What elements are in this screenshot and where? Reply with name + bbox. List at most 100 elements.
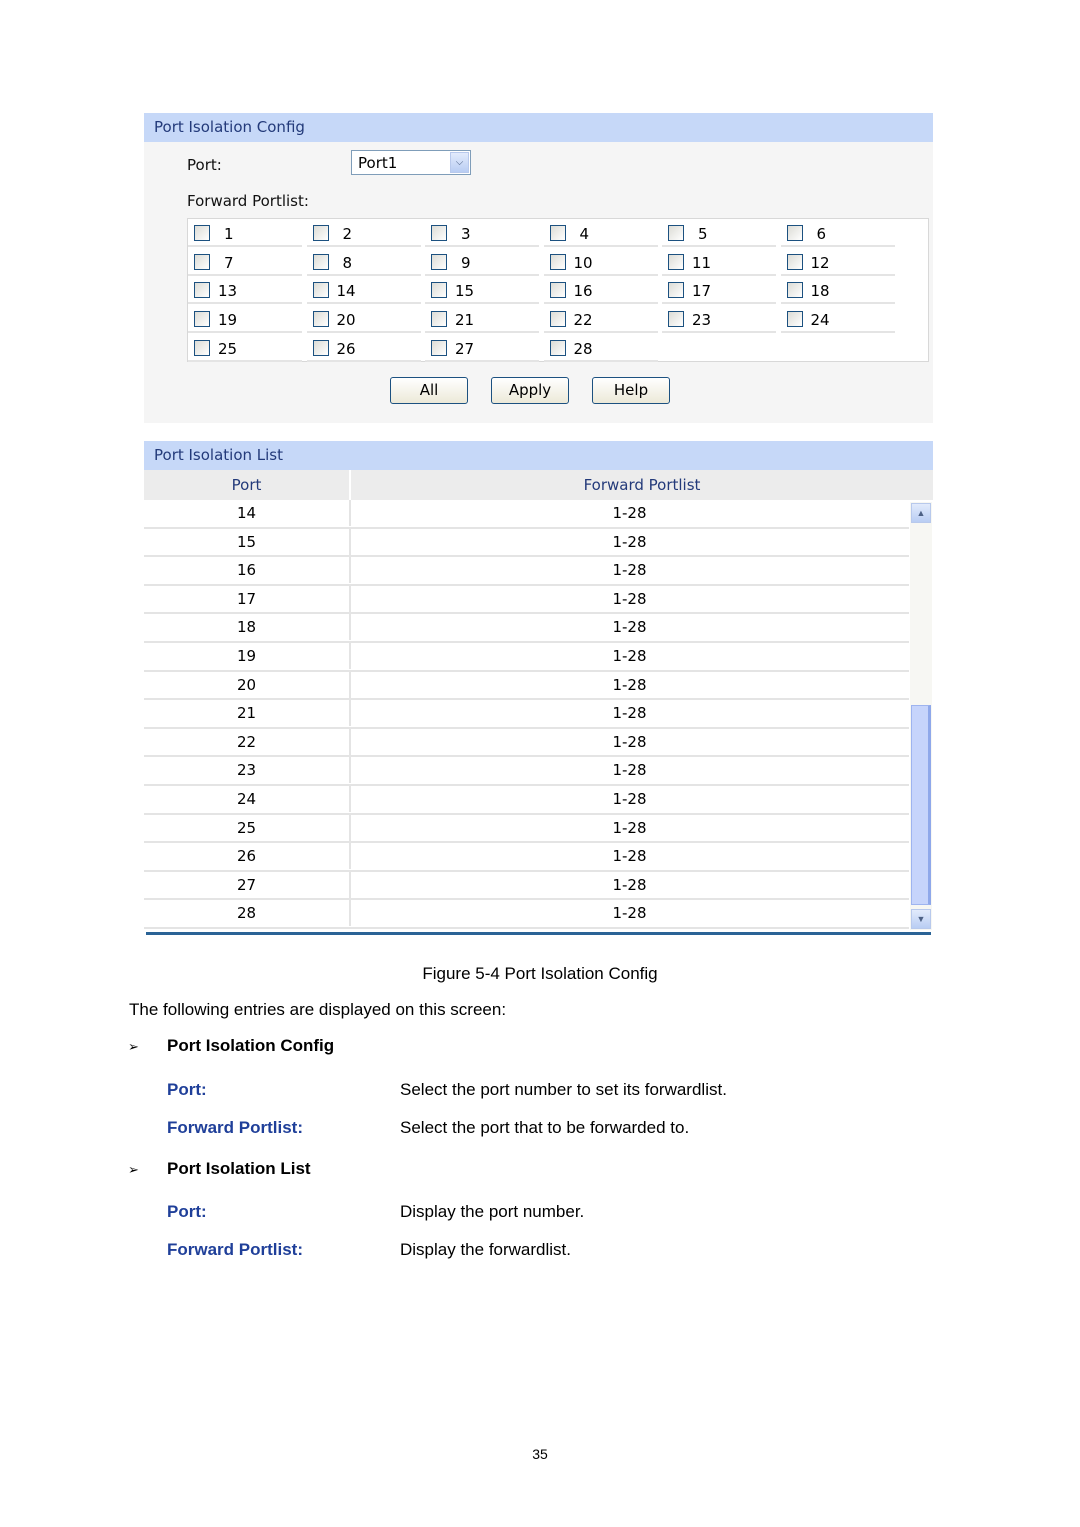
checkbox[interactable] <box>549 311 566 328</box>
port-checkbox-item[interactable]: 13 <box>188 276 302 305</box>
port-checkbox-item[interactable]: 7 <box>188 248 302 276</box>
checkbox[interactable] <box>786 282 803 299</box>
checkbox[interactable] <box>431 225 447 241</box>
term-description: Display the port number. <box>400 1202 585 1221</box>
checkbox[interactable] <box>312 282 329 299</box>
forward-portlist-cell: 1-28 <box>612 618 647 637</box>
scroll-down-icon[interactable]: ▼ <box>911 909 931 929</box>
port-checkbox-item[interactable]: 9 <box>425 248 539 276</box>
port-number-label: 26 <box>336 339 356 358</box>
checkbox[interactable] <box>668 282 684 299</box>
vertical-scrollbar[interactable]: ▲ ▼ <box>910 502 932 930</box>
checkbox[interactable] <box>786 225 803 241</box>
chevron-down-icon[interactable]: ⌵ <box>450 152 469 173</box>
forward-portlist-cell: 1-28 <box>612 761 647 780</box>
port-checkbox-item[interactable]: 10 <box>543 248 658 276</box>
port-checkbox-item[interactable]: 20 <box>306 305 421 334</box>
port-cell: 15 <box>144 528 351 555</box>
port-isolation-config-panel: Port Isolation Config Port: Port1 ⌵ Forw… <box>144 113 933 423</box>
port-number-label: 25 <box>218 339 238 358</box>
port-checkbox-item[interactable]: 17 <box>662 276 776 305</box>
port-cell: 19 <box>144 642 351 669</box>
checkbox[interactable] <box>194 311 210 328</box>
scroll-up-icon[interactable]: ▲ <box>911 503 931 523</box>
checkbox[interactable] <box>312 253 329 270</box>
port-cell: 21 <box>144 700 351 727</box>
forward-portlist-cell: 1-28 <box>612 904 647 923</box>
port-checkbox-item[interactable]: 2 <box>306 219 421 247</box>
port-checkbox-item[interactable]: 8 <box>306 248 421 276</box>
port-number-label: 17 <box>692 282 712 301</box>
checkbox[interactable] <box>194 339 210 356</box>
port-checkbox-item[interactable]: 11 <box>662 248 776 276</box>
port-checkbox-item[interactable]: 25 <box>188 334 302 362</box>
port-number-label: 4 <box>579 225 590 243</box>
port-checkbox-item[interactable]: 23 <box>662 305 776 334</box>
port-checkbox-item[interactable]: 3 <box>425 219 539 247</box>
checkbox[interactable] <box>786 253 803 270</box>
port-number-label: 22 <box>573 311 593 330</box>
port-cell: 27 <box>144 871 351 898</box>
port-number-label: 11 <box>692 253 712 272</box>
section-heading: Port Isolation Config <box>167 1036 335 1055</box>
all-button[interactable]: All <box>390 377 468 404</box>
forward-portlist-cell: 1-28 <box>612 818 647 837</box>
port-checkbox-item[interactable]: 5 <box>662 219 776 247</box>
forward-portlist-cell: 1-28 <box>612 561 647 580</box>
port-checkbox-item[interactable]: 19 <box>188 305 302 334</box>
term-label: Forward Portlist: <box>167 1118 304 1137</box>
port-checkbox-item[interactable]: 26 <box>306 334 421 362</box>
checkbox[interactable] <box>668 311 684 328</box>
checkbox[interactable] <box>549 339 566 356</box>
checkbox[interactable] <box>668 253 684 270</box>
port-select[interactable]: Port1 ⌵ <box>351 150 471 175</box>
port-checkbox-item[interactable]: 16 <box>543 276 658 305</box>
port-cell: 25 <box>144 814 351 841</box>
checkbox[interactable] <box>549 253 566 270</box>
port-checkbox-item[interactable]: 4 <box>543 219 658 247</box>
checkbox[interactable] <box>431 339 447 356</box>
port-number-label: 16 <box>573 282 593 301</box>
checkbox[interactable] <box>194 253 210 270</box>
intro-text: The following entries are displayed on t… <box>129 1000 507 1019</box>
checkbox[interactable] <box>786 311 803 328</box>
port-cell: 28 <box>144 900 351 927</box>
checkbox[interactable] <box>668 225 684 241</box>
checkbox[interactable] <box>312 339 329 356</box>
column-header-forward-portlist: Forward Portlist <box>583 476 701 494</box>
port-checkbox-item[interactable]: 24 <box>780 305 895 334</box>
checkbox[interactable] <box>549 282 566 299</box>
port-checkbox-item[interactable]: 22 <box>543 305 658 334</box>
checkbox[interactable] <box>194 225 210 241</box>
scrollbar-thumb[interactable] <box>911 705 931 905</box>
port-checkbox-item[interactable]: 28 <box>543 334 658 362</box>
table-row: 19 1-28 <box>144 642 909 672</box>
port-checkbox-item[interactable]: 14 <box>306 276 421 305</box>
column-header-port: Port <box>144 470 351 500</box>
forward-portlist-cell: 1-28 <box>612 504 647 522</box>
checkbox[interactable] <box>194 282 210 299</box>
apply-button[interactable]: Apply <box>491 377 569 404</box>
forward-portlist-cell: 1-28 <box>612 646 647 665</box>
checkbox[interactable] <box>549 225 566 241</box>
port-checkbox-item[interactable]: 6 <box>780 219 895 247</box>
help-button[interactable]: Help <box>592 377 670 404</box>
port-checkbox-item[interactable]: 27 <box>425 334 539 362</box>
checkbox[interactable] <box>431 253 447 270</box>
term-label: Forward Portlist: <box>167 1240 304 1259</box>
port-number-label: 28 <box>573 339 593 358</box>
checkbox[interactable] <box>431 311 447 328</box>
port-checkbox-item[interactable]: 1 <box>188 219 302 247</box>
checkbox[interactable] <box>312 311 329 328</box>
port-checkbox-item[interactable]: 21 <box>425 305 539 334</box>
section-heading: Port Isolation List <box>167 1159 311 1178</box>
port-number-label: 21 <box>455 311 475 330</box>
checkbox[interactable] <box>312 225 329 241</box>
checkbox[interactable] <box>431 282 447 299</box>
port-cell: 18 <box>144 614 351 641</box>
port-checkbox-item[interactable]: 15 <box>425 276 539 305</box>
port-checkbox-item[interactable]: 18 <box>780 276 895 305</box>
port-checkbox-item[interactable]: 12 <box>780 248 895 276</box>
bullet-icon: ➢ <box>128 1039 139 1054</box>
term-label: Port: <box>167 1202 207 1221</box>
